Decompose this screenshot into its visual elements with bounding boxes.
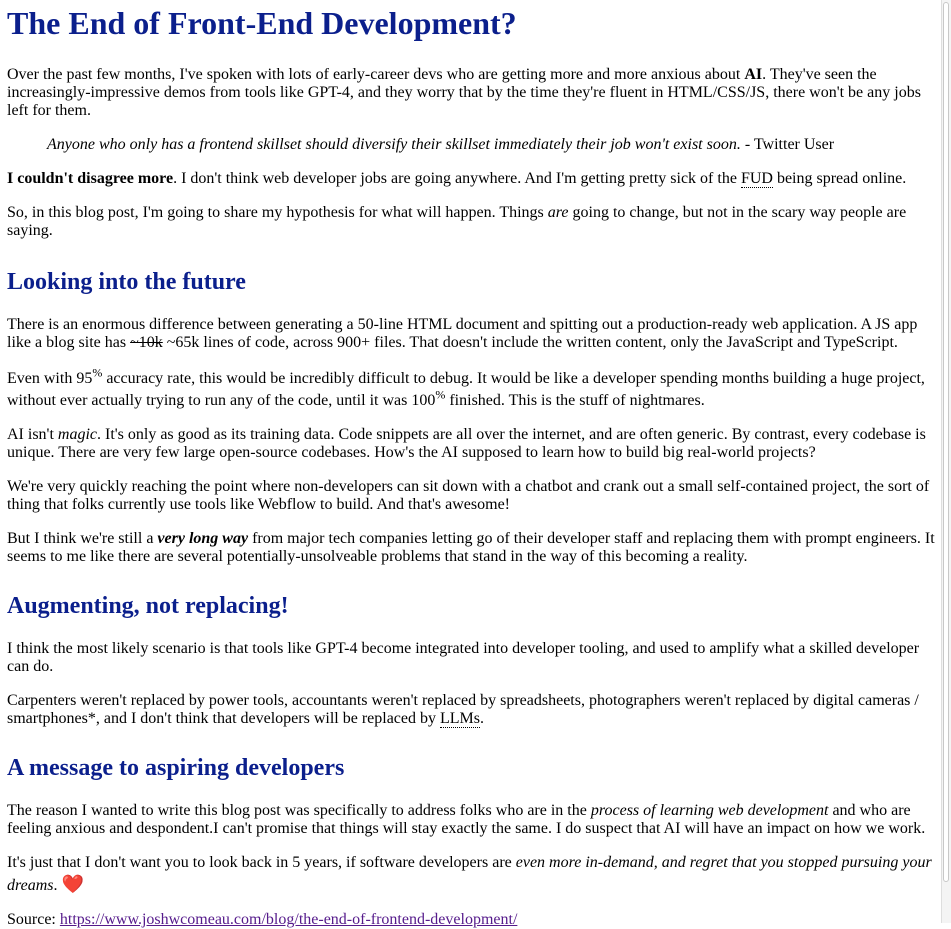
hypothesis-paragraph: So, in this blog post, I'm going to shar… <box>7 204 937 240</box>
difference-text-end: ~65k lines of code, across 900+ files. T… <box>162 334 898 351</box>
twitter-quote: Anyone who only has a frontend skillset … <box>47 136 937 154</box>
long-way-strong: very long way <box>157 530 249 547</box>
dreams-text-end: . <box>53 877 62 894</box>
percent-sup-2: % <box>435 387 446 402</box>
dreams-text: It's just that I don't want you to look … <box>7 854 516 871</box>
fud-abbr: FUD <box>740 170 773 188</box>
dreams-paragraph: It's just that I don't want you to look … <box>7 852 937 897</box>
page-title: The End of Front-End Development? <box>7 5 517 41</box>
reason-em: process of learning web development <box>590 802 829 819</box>
heart-icon: ❤️ <box>61 874 84 895</box>
disagree-paragraph: I couldn't disagree more. I don't think … <box>7 170 937 188</box>
source-line: Source: https://www.joshwcomeau.com/blog… <box>7 911 937 929</box>
intro-text: Over the past few months, I've spoken wi… <box>7 66 745 83</box>
quote-text: Anyone who only has a frontend skillset … <box>47 136 741 153</box>
strikethrough-10k: ~10k <box>130 334 163 351</box>
scenario-paragraph: I think the most likely scenario is that… <box>7 640 920 675</box>
magic-em: magic <box>57 426 97 443</box>
hypothesis-text: So, in this blog post, I'm going to shar… <box>7 204 548 221</box>
heading-aspiring-developers: A message to aspiring developers <box>7 755 345 781</box>
magic-paragraph: AI isn't magic. It's only as good as its… <box>7 426 937 462</box>
carpenters-text-end: . <box>480 710 484 727</box>
difference-paragraph: There is an enormous difference between … <box>7 316 937 352</box>
chatbot-paragraph: We're very quickly reaching the point wh… <box>7 478 930 513</box>
heading-augmenting: Augmenting, not replacing! <box>7 593 289 619</box>
long-way-text: But I think we're still a <box>7 530 158 547</box>
source-link[interactable]: https://www.joshwcomeau.com/blog/the-end… <box>60 911 518 928</box>
long-way-paragraph: But I think we're still a very long way … <box>7 530 937 566</box>
quote-attribution: - Twitter User <box>740 136 835 153</box>
disagree-bold: I couldn't disagree more <box>7 170 174 187</box>
accuracy-paragraph: Even with 95% accuracy rate, this would … <box>7 365 937 412</box>
hypothesis-em: are <box>547 204 569 221</box>
reason-paragraph: The reason I wanted to write this blog p… <box>7 802 937 838</box>
disagree-text-end: being spread online. <box>772 170 907 187</box>
heading-looking-into-future: Looking into the future <box>7 269 246 295</box>
magic-text: AI isn't <box>7 426 58 443</box>
reason-text: The reason I wanted to write this blog p… <box>7 802 591 819</box>
scrollbar-thumb[interactable] <box>943 2 949 882</box>
article: The End of Front-End Development? Over t… <box>7 0 937 929</box>
intro-ai-bold: AI <box>744 66 763 83</box>
disagree-text: . I don't think web developer jobs are g… <box>173 170 741 187</box>
intro-paragraph: Over the past few months, I've spoken wi… <box>7 66 937 120</box>
accuracy-text: Even with 95 <box>7 370 93 387</box>
llm-abbr: LLMs <box>440 710 480 728</box>
carpenters-paragraph: Carpenters weren't replaced by power too… <box>7 692 937 728</box>
percent-sup-1: % <box>92 365 103 380</box>
accuracy-text-end: finished. This is the stuff of nightmare… <box>445 392 705 409</box>
source-label: Source: <box>7 911 60 928</box>
magic-text-end: . It's only as good as its training data… <box>7 426 926 461</box>
vertical-scrollbar[interactable] <box>941 0 951 923</box>
